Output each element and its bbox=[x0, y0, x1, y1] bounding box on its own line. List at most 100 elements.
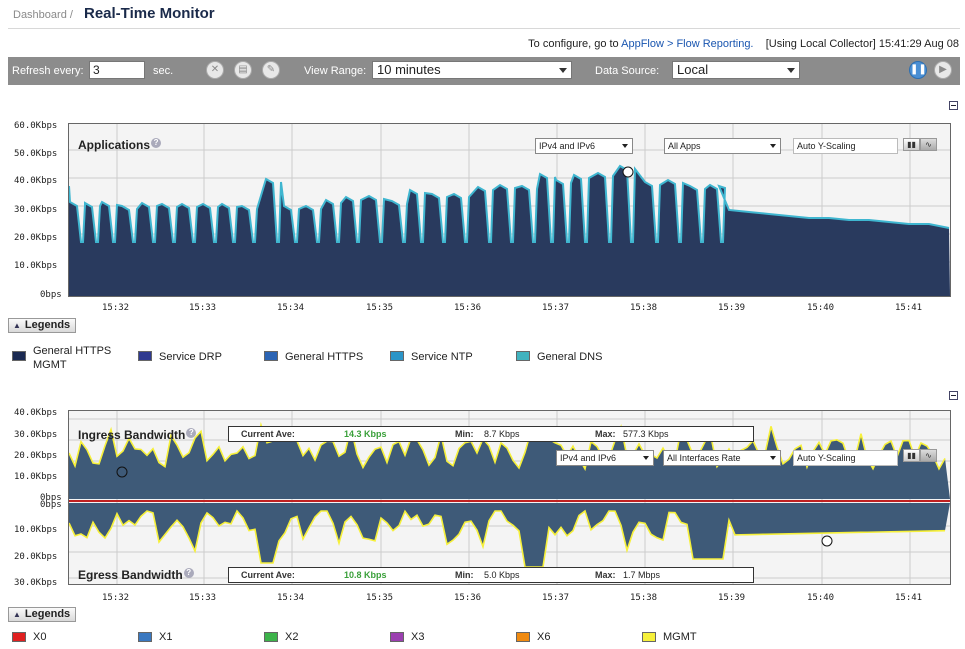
chart-type-toggle: ▮▮ ∿ bbox=[903, 138, 939, 151]
bw-chart-type-toggle: ▮▮ ∿ bbox=[903, 449, 939, 462]
hover-marker bbox=[622, 166, 634, 178]
x-tick: 15:35 bbox=[366, 303, 394, 313]
appflow-link[interactable]: AppFlow > Flow Reporting. bbox=[621, 38, 753, 50]
interfaces-select[interactable]: All Interfaces Rate bbox=[663, 450, 781, 466]
chevron-down-icon bbox=[787, 68, 795, 73]
legend-item[interactable]: General DNS bbox=[516, 344, 626, 370]
legend-swatch bbox=[264, 351, 278, 361]
x-tick: 15:40 bbox=[807, 303, 835, 313]
y-tick: 10.0Kbps bbox=[14, 261, 58, 271]
play-icon[interactable]: ▶ bbox=[934, 61, 952, 79]
x-tick: 15:35 bbox=[366, 593, 394, 603]
y-tick: 50.0Kbps bbox=[14, 149, 58, 159]
legend-item[interactable]: Service DRP bbox=[138, 344, 248, 370]
config-info-prefix: To configure, go to bbox=[528, 38, 622, 50]
legend-item[interactable]: General HTTPS MGMT bbox=[12, 344, 122, 371]
pause-icon[interactable]: ❚❚ bbox=[909, 61, 927, 79]
line-chart-icon[interactable]: ∿ bbox=[920, 138, 937, 151]
legend-swatch bbox=[642, 632, 656, 642]
bar-chart-icon[interactable]: ▮▮ bbox=[903, 449, 920, 462]
legend-item[interactable]: MGMT bbox=[642, 631, 752, 645]
toolbar: Refresh every: 3 sec. ✕ ▤ ✎ View Range: … bbox=[8, 57, 960, 85]
applications-title: Applications? bbox=[78, 138, 162, 152]
stat-label: Max: bbox=[595, 429, 616, 439]
x-tick: 15:38 bbox=[630, 593, 658, 603]
x-tick: 15:37 bbox=[542, 593, 570, 603]
hover-marker bbox=[821, 535, 833, 547]
view-range-value: 10 minutes bbox=[377, 62, 441, 77]
legend-label: General HTTPS MGMT bbox=[33, 345, 112, 371]
view-range-select[interactable]: 10 minutes bbox=[372, 61, 572, 79]
help-icon[interactable]: ? bbox=[183, 568, 194, 578]
legend-swatch bbox=[138, 632, 152, 642]
stat-label: Min: bbox=[455, 429, 474, 439]
x-tick: 15:34 bbox=[277, 593, 305, 603]
help-icon[interactable]: ? bbox=[186, 428, 197, 438]
collapse-apps-icon[interactable] bbox=[949, 101, 958, 110]
y-tick: 10.0Kbps bbox=[14, 472, 58, 482]
y-tick: 20.0Kbps bbox=[14, 233, 58, 243]
chevron-down-icon bbox=[643, 456, 649, 460]
legend-label: MGMT bbox=[663, 631, 697, 643]
legend-item[interactable]: Service NTP bbox=[390, 344, 500, 370]
y-tick: 30.0Kbps bbox=[14, 578, 58, 588]
legend-label: General HTTPS bbox=[285, 351, 364, 363]
clear-icon[interactable]: ✕ bbox=[206, 61, 224, 79]
y-scaling-select[interactable]: Auto Y-Scaling bbox=[793, 138, 898, 154]
stat-label: Min: bbox=[455, 570, 474, 580]
y-tick: 10.0Kbps bbox=[14, 525, 58, 535]
legend-swatch bbox=[390, 632, 404, 642]
y-tick: 20.0Kbps bbox=[14, 552, 58, 562]
legend-item[interactable]: X1 bbox=[138, 631, 248, 645]
egress-title: Egress Bandwidth? bbox=[78, 568, 194, 582]
legend-swatch bbox=[12, 632, 26, 642]
chevron-down-icon bbox=[770, 456, 776, 460]
stat-max: 577.3 Kbps bbox=[623, 429, 669, 439]
ingress-stats: Current Ave: 14.3 Kbps Min: 8.7 Kbps Max… bbox=[228, 426, 754, 442]
legend-label: X0 bbox=[33, 631, 47, 643]
legend-swatch bbox=[138, 351, 152, 361]
stat-label: Max: bbox=[595, 570, 616, 580]
applications-chart: Applications? IPv4 and IPv6 All Apps Aut… bbox=[68, 123, 951, 297]
y-tick: 30.0Kbps bbox=[14, 430, 58, 440]
legend-label: General DNS bbox=[537, 351, 603, 363]
legend-item[interactable]: X2 bbox=[264, 631, 374, 645]
bw-legends-button[interactable]: ▲ Legends bbox=[8, 607, 77, 622]
refresh-input[interactable]: 3 bbox=[89, 61, 145, 79]
bw-ip-version-select[interactable]: IPv4 and IPv6 bbox=[556, 450, 654, 466]
legend-item[interactable]: X0 bbox=[12, 631, 122, 645]
collapse-up-icon: ▲ bbox=[13, 610, 21, 619]
header-divider bbox=[8, 28, 960, 29]
legend-label: X6 bbox=[537, 631, 551, 643]
y-tick: 40.0Kbps bbox=[14, 176, 58, 186]
line-chart-icon[interactable]: ∿ bbox=[920, 449, 937, 462]
refresh-label: Refresh every: bbox=[12, 65, 84, 77]
data-source-select[interactable]: Local bbox=[672, 61, 800, 79]
data-source-label: Data Source: bbox=[595, 65, 660, 77]
x-tick: 15:37 bbox=[542, 303, 570, 313]
breadcrumb[interactable]: Dashboard / bbox=[13, 9, 73, 21]
x-tick: 15:33 bbox=[189, 593, 217, 603]
bar-chart-icon[interactable]: ▮▮ bbox=[903, 138, 920, 151]
print-icon[interactable]: ▤ bbox=[234, 61, 252, 79]
legend-label: Service NTP bbox=[411, 351, 473, 363]
ip-version-select[interactable]: IPv4 and IPv6 bbox=[535, 138, 633, 154]
legend-item[interactable]: X3 bbox=[390, 631, 500, 645]
apps-legends-button[interactable]: ▲ Legends bbox=[8, 318, 77, 333]
collapse-up-icon: ▲ bbox=[13, 321, 21, 330]
y-tick: 40.0Kbps bbox=[14, 408, 58, 418]
x-tick: 15:41 bbox=[895, 303, 923, 313]
apps-filter-select[interactable]: All Apps bbox=[664, 138, 781, 154]
help-icon[interactable]: ? bbox=[151, 138, 162, 148]
chevron-down-icon bbox=[622, 144, 628, 148]
settings-icon[interactable]: ✎ bbox=[262, 61, 280, 79]
collapse-bandwidth-icon[interactable] bbox=[949, 391, 958, 400]
x-tick: 15:39 bbox=[718, 593, 746, 603]
current-time: 15:41:29 Aug 08 bbox=[878, 38, 959, 50]
view-range-label: View Range: bbox=[304, 65, 367, 77]
ingress-title: Ingress Bandwidth? bbox=[78, 428, 197, 442]
legend-item[interactable]: X6 bbox=[516, 631, 626, 645]
data-source-value: Local bbox=[677, 62, 709, 77]
legend-item[interactable]: General HTTPS bbox=[264, 344, 374, 370]
bw-y-scaling-select[interactable]: Auto Y-Scaling bbox=[793, 450, 898, 466]
